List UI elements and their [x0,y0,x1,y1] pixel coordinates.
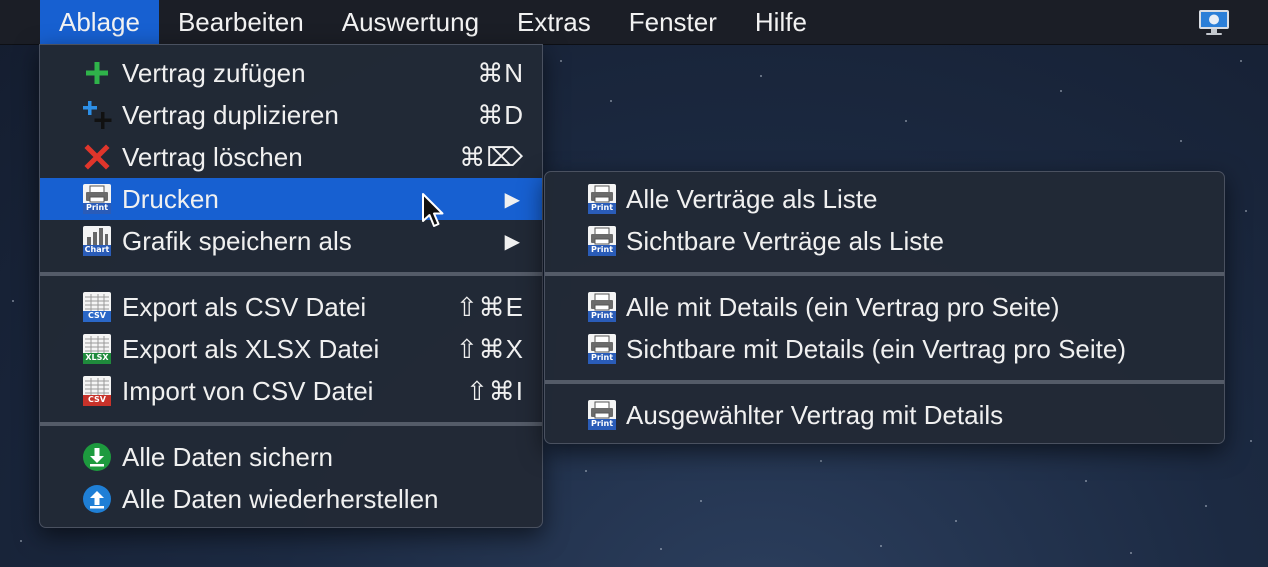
menu-item-grafik-speichern[interactable]: Chart Grafik speichern als ▶ [40,220,542,262]
csv-import-icon: CSV [82,376,112,406]
submenu-item-sichtbare-mit-details[interactable]: Print Sichtbare mit Details (ein Vertrag… [545,328,1224,370]
menu-item-vertrag-loeschen[interactable]: Vertrag löschen ⌘⌦ [40,136,542,178]
submenu-item-sichtbare-vertraege-liste[interactable]: Print Sichtbare Verträge als Liste [545,220,1224,262]
print-badge-label: Print [590,203,614,212]
ablage-menu: Vertrag zufügen ⌘N Vertrag duplizieren ⌘… [39,44,543,528]
csv-badge-label: CSV [88,395,106,404]
menu-ablage[interactable]: Ablage [40,0,159,44]
shortcut-label: ⇧⌘X [455,333,524,364]
submenu-item-label: Alle Verträge als Liste [626,183,878,214]
shortcut-label: ⇧⌘E [455,291,524,322]
print-icon: Print [587,184,617,214]
menu-item-label: Vertrag zufügen [122,57,306,88]
menu-item-label: Alle Daten wiederherstellen [122,483,439,514]
xlsx-badge-label: XLSX [85,353,109,362]
menu-hilfe[interactable]: Hilfe [736,0,826,44]
xlsx-export-icon: XLSX [82,334,112,364]
drucken-submenu: Print Alle Verträge als Liste Print Sich… [544,171,1225,444]
menu-bearbeiten[interactable]: Bearbeiten [159,0,323,44]
submenu-item-ausgewaehlter-vertrag[interactable]: Print Ausgewählter Vertrag mit Details [545,394,1224,436]
menu-auswertung[interactable]: Auswertung [323,0,498,44]
submenu-item-alle-mit-details[interactable]: Print Alle mit Details (ein Vertrag pro … [545,286,1224,328]
plus-icon [82,58,112,88]
submenu-item-label: Sichtbare Verträge als Liste [626,225,944,256]
menu-item-label: Import von CSV Datei [122,375,374,406]
csv-export-icon: CSV [82,292,112,322]
menu-item-export-csv[interactable]: CSV Export als CSV Datei ⇧⌘E [40,286,542,328]
shortcut-label: ⌘D [477,99,524,130]
menu-item-export-xlsx[interactable]: XLSX Export als XLSX Datei ⇧⌘X [40,328,542,370]
menu-item-label: Grafik speichern als [122,225,352,256]
menu-item-label: Export als XLSX Datei [122,333,380,364]
shortcut-label: ⇧⌘I [465,375,524,406]
csv-badge-label: CSV [88,311,106,320]
mouse-cursor-icon [420,192,446,230]
restore-upload-icon [82,484,112,514]
print-badge-label: Print [590,419,614,428]
duplicate-icon [82,100,112,130]
print-icon: Print [587,334,617,364]
menu-separator [40,422,542,426]
menu-bar: Ablage Bearbeiten Auswertung Extras Fens… [0,0,1268,45]
menu-item-label: Vertrag löschen [122,141,303,172]
submenu-arrow-icon: ▶ [504,188,520,211]
submenu-item-label: Ausgewählter Vertrag mit Details [626,399,1004,430]
submenu-item-label: Alle mit Details (ein Vertrag pro Seite) [626,291,1060,322]
print-icon: Print [587,226,617,256]
chart-badge-label: Chart [84,245,110,254]
menu-item-label: Export als CSV Datei [122,291,367,322]
print-icon: Print [587,400,617,430]
menu-item-vertrag-zufuegen[interactable]: Vertrag zufügen ⌘N [40,52,542,94]
submenu-arrow-icon: ▶ [504,230,520,253]
shortcut-label: ⌘N [477,57,524,88]
print-badge-label: Print [590,245,614,254]
menu-item-import-csv[interactable]: CSV Import von CSV Datei ⇧⌘I [40,370,542,412]
menu-item-drucken[interactable]: Print Drucken ▶ [40,178,542,220]
menu-fenster[interactable]: Fenster [610,0,736,44]
menu-separator [40,272,542,276]
shortcut-label: ⌘⌦ [459,141,524,172]
backup-download-icon [82,442,112,472]
delete-x-icon [82,142,112,172]
print-badge-label: Print [590,353,614,362]
menu-separator [545,380,1224,384]
menu-extras[interactable]: Extras [498,0,610,44]
menu-item-vertrag-duplizieren[interactable]: Vertrag duplizieren ⌘D [40,94,542,136]
menu-item-label: Vertrag duplizieren [122,99,339,130]
menu-item-alle-daten-wiederherstellen[interactable]: Alle Daten wiederherstellen [40,478,542,520]
print-icon: Print [82,184,112,214]
submenu-item-label: Sichtbare mit Details (ein Vertrag pro S… [626,333,1126,364]
menu-item-label: Alle Daten sichern [122,441,333,472]
menu-item-label: Drucken [122,183,219,214]
menu-separator [545,272,1224,276]
submenu-item-alle-vertraege-liste[interactable]: Print Alle Verträge als Liste [545,178,1224,220]
chart-icon: Chart [82,226,112,256]
display-icon[interactable] [1198,8,1230,36]
print-badge-label: Print [590,311,614,320]
print-icon: Print [587,292,617,322]
menu-item-alle-daten-sichern[interactable]: Alle Daten sichern [40,436,542,478]
print-badge-label: Print [85,203,109,212]
